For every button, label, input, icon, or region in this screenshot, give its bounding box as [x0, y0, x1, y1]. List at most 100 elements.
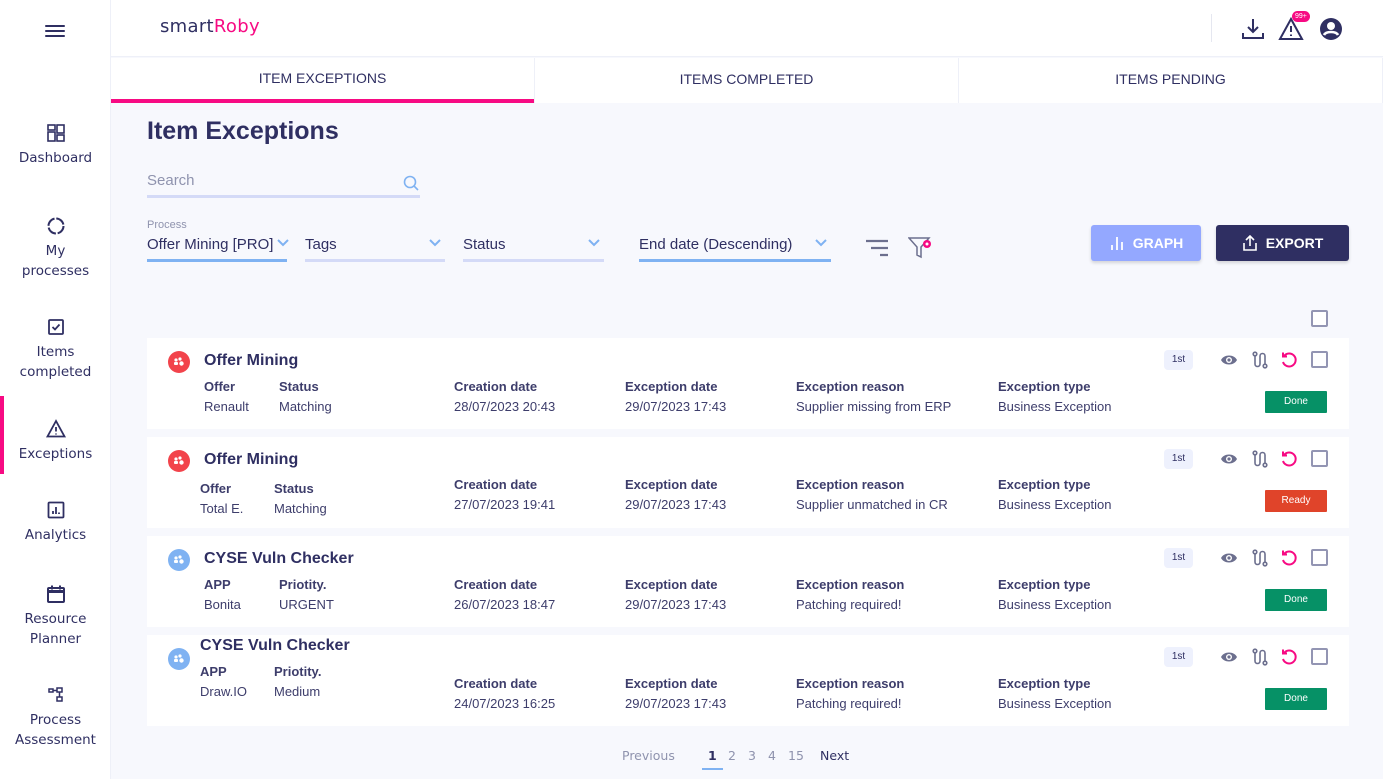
- app-logo[interactable]: smartRoby: [160, 16, 260, 37]
- item-checkbox[interactable]: [1311, 648, 1328, 665]
- exception-type-value: Business Exception: [998, 399, 1112, 414]
- status-select[interactable]: Status: [463, 230, 604, 262]
- download-icon[interactable]: [1240, 16, 1266, 42]
- tags-select[interactable]: Tags: [305, 230, 445, 262]
- page-1[interactable]: 1: [702, 748, 723, 770]
- process-avatar: [168, 648, 190, 670]
- tab-items-completed[interactable]: ITEMS COMPLETED: [535, 58, 959, 103]
- chevron-down-icon: [815, 239, 827, 247]
- sidebar-item-label: My processes: [21, 243, 90, 279]
- export-button[interactable]: EXPORT: [1216, 225, 1349, 261]
- sidebar-item-label: Analytics: [24, 527, 87, 543]
- retry-icon[interactable]: [1280, 450, 1298, 468]
- process-name: Offer Mining: [204, 352, 299, 369]
- exception-reason-value: Supplier missing from ERP: [796, 399, 952, 414]
- graph-button[interactable]: GRAPH: [1091, 225, 1201, 261]
- user-avatar-icon[interactable]: [1318, 16, 1344, 42]
- field-label: Offer: [200, 481, 232, 496]
- eye-icon[interactable]: [1220, 450, 1238, 468]
- sidebar-item-resource-planner[interactable]: Resource Planner: [0, 583, 111, 649]
- retry-icon[interactable]: [1280, 549, 1298, 567]
- tab-bar: ITEM EXCEPTIONS ITEMS COMPLETED ITEMS PE…: [111, 58, 1383, 103]
- field-label: Status: [279, 379, 319, 394]
- creation-date-label: Creation date: [454, 577, 538, 592]
- creation-date-value: 26/07/2023 18:47: [454, 597, 556, 612]
- filter-icon[interactable]: [908, 236, 934, 260]
- retry-icon[interactable]: [1280, 648, 1298, 666]
- process-name: CYSE Vuln Checker: [204, 550, 354, 567]
- route-icon[interactable]: [1251, 648, 1269, 666]
- eye-icon[interactable]: [1220, 549, 1238, 567]
- analytics-icon: [47, 501, 64, 519]
- tab-item-exceptions[interactable]: ITEM EXCEPTIONS: [111, 58, 535, 103]
- exception-date-value: 29/07/2023 17:43: [625, 696, 727, 711]
- field-label: APP: [200, 664, 227, 679]
- field-value: URGENT: [279, 597, 334, 612]
- creation-date-label: Creation date: [454, 379, 538, 394]
- page-15[interactable]: 15: [788, 748, 804, 763]
- eye-icon[interactable]: [1220, 648, 1238, 666]
- exception-reason-label: Exception reason: [796, 477, 905, 492]
- search-input[interactable]: [147, 168, 387, 189]
- exception-date-value: 29/07/2023 17:43: [625, 399, 727, 414]
- sidebar-item-analytics[interactable]: Analytics: [0, 499, 111, 545]
- page-4[interactable]: 4: [768, 748, 776, 763]
- exception-type-label: Exception type: [998, 379, 1091, 394]
- search-field: [147, 168, 420, 198]
- process-select-value: Offer Mining [PRO]: [147, 236, 274, 253]
- exception-date-label: Exception date: [625, 577, 718, 592]
- item-checkbox[interactable]: [1311, 450, 1328, 467]
- page-2[interactable]: 2: [728, 748, 736, 763]
- route-icon[interactable]: [1251, 549, 1269, 567]
- exception-type-value: Business Exception: [998, 597, 1112, 612]
- creation-date-value: 27/07/2023 19:41: [454, 497, 556, 512]
- exception-reason-label: Exception reason: [796, 676, 905, 691]
- route-icon[interactable]: [1251, 450, 1269, 468]
- sidebar-item-label: Exceptions: [18, 446, 93, 462]
- exception-reason-label: Exception reason: [796, 379, 905, 394]
- sidebar-item-items-completed[interactable]: Items completed: [0, 316, 111, 382]
- process-select[interactable]: Process Offer Mining [PRO]: [147, 219, 289, 262]
- process-select-label: Process: [147, 219, 187, 231]
- field-value: Total E.: [200, 501, 244, 516]
- exception-date-label: Exception date: [625, 379, 718, 394]
- dashboard-icon: [46, 124, 65, 142]
- page-3[interactable]: 3: [748, 748, 756, 763]
- sidebar-item-my-processes[interactable]: My processes: [0, 215, 111, 281]
- sidebar-item-process-assessment[interactable]: Process Assessment: [0, 684, 111, 750]
- circle-icon: [47, 217, 64, 235]
- field-value: Renault: [204, 399, 249, 414]
- sidebar-item-label: Resource Planner: [24, 611, 87, 647]
- attempt-badge: 1st: [1164, 548, 1193, 568]
- pagination-previous[interactable]: Previous: [622, 748, 675, 763]
- item-checkbox[interactable]: [1311, 549, 1328, 566]
- toolbar-divider: [1211, 14, 1212, 42]
- sidebar: Dashboard My processes Items completed E…: [0, 0, 111, 779]
- exception-type-label: Exception type: [998, 676, 1091, 691]
- exception-date-label: Exception date: [625, 676, 718, 691]
- retry-icon[interactable]: [1280, 351, 1298, 369]
- checkbox-icon: [47, 319, 64, 335]
- exception-reason-label: Exception reason: [796, 577, 905, 592]
- exception-date-value: 29/07/2023 17:43: [625, 597, 727, 612]
- exception-reason-value: Patching required!: [796, 597, 902, 612]
- logo-text-smart: smart: [160, 16, 214, 37]
- exception-item-card: CYSE Vuln Checker APP Draw.IO Priotity. …: [147, 635, 1349, 726]
- field-label: APP: [204, 577, 231, 592]
- sidebar-item-dashboard[interactable]: Dashboard: [0, 122, 111, 168]
- warning-icon: [45, 419, 66, 438]
- process-name: CYSE Vuln Checker: [200, 637, 350, 654]
- top-bar: smartRoby 99+: [111, 0, 1383, 57]
- sort-order-icon[interactable]: [866, 238, 890, 258]
- item-checkbox[interactable]: [1311, 351, 1328, 368]
- pagination-next[interactable]: Next: [820, 748, 849, 763]
- tab-items-pending[interactable]: ITEMS PENDING: [959, 58, 1383, 103]
- select-all-checkbox[interactable]: [1311, 310, 1328, 327]
- sort-select[interactable]: End date (Descending): [639, 230, 831, 262]
- eye-icon[interactable]: [1220, 351, 1238, 369]
- sidebar-item-exceptions[interactable]: Exceptions: [0, 396, 111, 474]
- alerts-button[interactable]: 99+: [1278, 11, 1310, 42]
- search-icon[interactable]: [402, 174, 420, 192]
- route-icon[interactable]: [1251, 351, 1269, 369]
- hamburger-menu-icon[interactable]: [45, 22, 65, 40]
